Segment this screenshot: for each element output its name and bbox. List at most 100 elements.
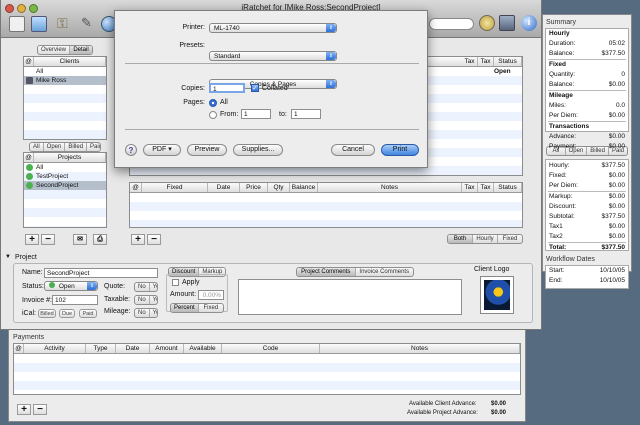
expenses-tax1-col[interactable]: Tax (462, 183, 478, 192)
payments-activity-col[interactable]: Activity (24, 344, 86, 353)
cancel-button[interactable]: Cancel (331, 144, 375, 156)
expenses-date-col[interactable]: Date (208, 183, 240, 192)
entries-tax2-col[interactable]: Tax (478, 57, 494, 66)
quote-no[interactable]: No (135, 283, 150, 291)
clients-header[interactable]: Clients (34, 57, 106, 66)
fixed-option[interactable]: Fixed (199, 304, 223, 312)
presets-popup[interactable]: Standard ⇕ (209, 51, 337, 61)
payments-code-col[interactable]: Code (222, 344, 320, 353)
pdf-button[interactable]: PDF ▾ (143, 144, 181, 156)
client-filter-open[interactable]: Open (44, 143, 66, 151)
entry-status-open[interactable]: Open (494, 68, 511, 75)
remove-payment-button[interactable]: − (33, 404, 47, 415)
client-filter-all[interactable]: All (30, 143, 44, 151)
expenses-tax2-col[interactable]: Tax (478, 183, 494, 192)
image-icon[interactable] (31, 16, 47, 32)
summary-filter-paid[interactable]: Paid (609, 147, 627, 155)
preview-button[interactable]: Preview (187, 144, 227, 156)
coins-icon[interactable] (479, 15, 495, 31)
expenses-balance-col[interactable]: Balance (290, 183, 318, 192)
ical-due[interactable]: Due (59, 309, 75, 318)
remove-project-button[interactable]: − (41, 234, 55, 245)
project-name-field[interactable]: SecondProject (44, 268, 158, 278)
projects-at-col[interactable]: @ (24, 153, 34, 162)
from-field[interactable]: 1 (241, 109, 271, 119)
network-icon[interactable] (499, 15, 515, 31)
entries-status-col[interactable]: Status (494, 57, 522, 66)
clients-at-col[interactable]: @ (24, 57, 34, 66)
comment-tabs: Project Comments Invoice Comments (296, 267, 414, 277)
project-row-secondproject[interactable]: SecondProject (24, 181, 106, 190)
quote-yes[interactable]: Yes (150, 283, 157, 291)
payments-at-col[interactable]: @ (14, 344, 24, 353)
taxable-no[interactable]: No (135, 296, 150, 304)
zoom-icon[interactable] (29, 4, 38, 13)
expense-filter-both[interactable]: Both (448, 235, 473, 243)
pen-icon[interactable]: ✎ (81, 15, 92, 31)
remove-expense-button[interactable]: − (147, 234, 161, 245)
status-popup[interactable]: Open ⇕ (44, 281, 98, 291)
client-filter-paid[interactable]: Paid (87, 143, 100, 151)
summary-filter-open[interactable]: Open (566, 147, 588, 155)
amount-field[interactable]: 0.00% (198, 290, 224, 300)
search-field[interactable] (429, 18, 474, 30)
expenses-at-col[interactable]: @ (130, 183, 142, 192)
expenses-price-col[interactable]: Price (240, 183, 268, 192)
expenses-status-col[interactable]: Status (494, 183, 522, 192)
expenses-qty-col[interactable]: Qty (268, 183, 290, 192)
taxable-yes[interactable]: Yes (150, 296, 157, 304)
project-row-testproject[interactable]: TestProject (24, 172, 106, 181)
ical-paid[interactable]: Paid (79, 309, 97, 318)
mileage-no[interactable]: No (135, 309, 150, 317)
payments-notes-col[interactable]: Notes (320, 344, 520, 353)
expenses-fixed-col[interactable]: Fixed (142, 183, 208, 192)
add-payment-button[interactable]: + (17, 404, 31, 415)
payments-available-col[interactable]: Available (184, 344, 222, 353)
mileage-yes[interactable]: Yes (150, 309, 157, 317)
minimize-icon[interactable] (17, 4, 26, 13)
to-field[interactable]: 1 (291, 109, 321, 119)
payments-date-col[interactable]: Date (116, 344, 150, 353)
collated-checkbox[interactable]: ✓ (251, 84, 259, 92)
print-confirm-button[interactable]: Print (381, 144, 419, 156)
project-row-all[interactable]: All (24, 163, 106, 172)
calendar-icon[interactable] (9, 16, 25, 32)
expense-filter-hourly[interactable]: Hourly (473, 235, 498, 243)
expenses-notes-col[interactable]: Notes (318, 183, 462, 192)
tab-project-comments[interactable]: Project Comments (297, 268, 356, 276)
payments-amount-col[interactable]: Amount (150, 344, 184, 353)
entries-tax1-col[interactable]: Tax (462, 57, 478, 66)
key-icon[interactable]: ⚿ (57, 15, 68, 32)
client-filter-billed[interactable]: Billed (65, 143, 88, 151)
add-project-button[interactable]: + (25, 234, 39, 245)
tab-overview[interactable]: Overview (38, 46, 71, 54)
client-row-all[interactable]: All (24, 67, 106, 76)
ical-billed[interactable]: Billed (38, 309, 56, 318)
info-icon[interactable]: i (521, 15, 537, 31)
projects-header[interactable]: Projects (34, 153, 106, 162)
expense-filter-fixed[interactable]: Fixed (498, 235, 522, 243)
email-button[interactable]: ✉ (73, 234, 87, 245)
client-logo-image[interactable] (480, 276, 514, 314)
apply-checkbox[interactable] (172, 279, 179, 286)
tab-invoice-comments[interactable]: Invoice Comments (356, 268, 414, 276)
summary-filter-all[interactable]: All (547, 147, 566, 155)
comments-textarea[interactable] (238, 279, 462, 315)
client-row-mike-ross[interactable]: Mike Ross (24, 76, 106, 85)
summary-filter-billed[interactable]: Billed (587, 147, 609, 155)
help-button[interactable]: ? (125, 144, 137, 156)
percent-option[interactable]: Percent (171, 304, 199, 312)
tab-detail[interactable]: Detail (70, 46, 92, 54)
pages-range-radio[interactable] (209, 111, 217, 119)
printer-popup[interactable]: ML-1740 ⇕ (209, 23, 337, 33)
invoice-field[interactable]: 102 (52, 295, 98, 305)
close-icon[interactable] (5, 4, 14, 13)
copies-field[interactable]: 1 (209, 83, 245, 93)
print-button[interactable]: ⎙ (93, 234, 107, 245)
add-expense-button[interactable]: + (131, 234, 145, 245)
project-disclosure[interactable]: ▼ (5, 254, 11, 260)
payments-type-col[interactable]: Type (86, 344, 116, 353)
pages-all-radio[interactable] (209, 99, 217, 107)
payments-drawer: Payments @ Activity Type Date Amount Ava… (8, 330, 526, 422)
supplies-button[interactable]: Supplies... (233, 144, 283, 156)
